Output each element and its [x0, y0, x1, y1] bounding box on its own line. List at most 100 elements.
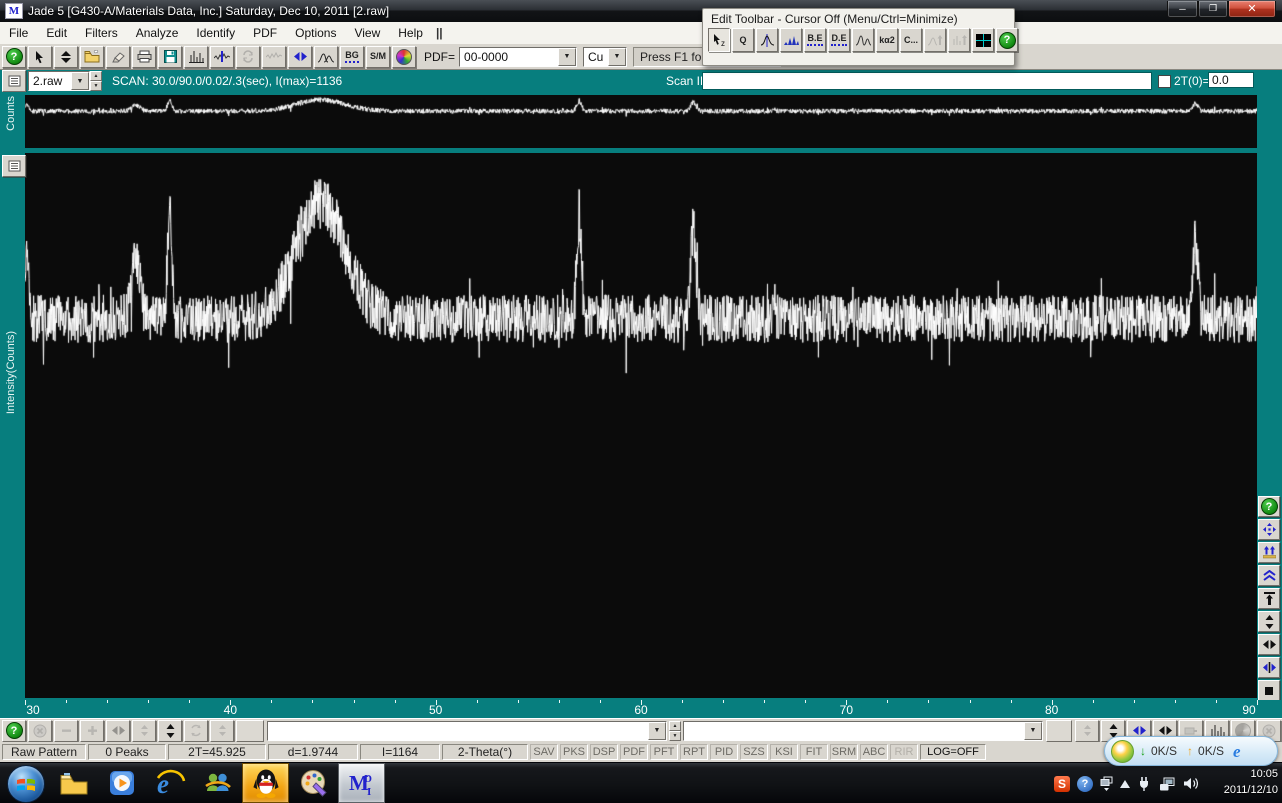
menu-item-help[interactable]: Help	[389, 22, 432, 44]
help-button[interactable]	[996, 28, 1018, 52]
arrow-top-button[interactable]	[1258, 588, 1280, 609]
file-spinner[interactable]	[90, 71, 102, 91]
taskbar-app-messenger[interactable]	[194, 763, 241, 803]
c-marker-button[interactable]: C...	[900, 28, 922, 52]
indicator-rir[interactable]: RIR	[890, 744, 918, 760]
move-all-button[interactable]	[1258, 519, 1280, 540]
menu-item-edit[interactable]: Edit	[37, 22, 76, 44]
indicator-ksi[interactable]: KSI	[770, 744, 798, 760]
pattern-stack-button[interactable]	[2, 70, 26, 92]
expand-v-black-button[interactable]	[1258, 611, 1280, 632]
pattern-chart[interactable]	[25, 153, 1257, 698]
cursor-z-button[interactable]: z	[708, 28, 730, 52]
expand-horizontal-button[interactable]	[288, 45, 312, 68]
tray-volume-icon[interactable]	[1183, 777, 1198, 790]
menu-item-pdf[interactable]: PDF	[244, 22, 286, 44]
taskbar-app-jade[interactable]: MDI	[338, 763, 385, 803]
indicator-dsp[interactable]: DSP	[590, 744, 618, 760]
help-button[interactable]	[1258, 496, 1280, 517]
menu-item-file[interactable]: File	[0, 22, 37, 44]
grid-window-button[interactable]	[972, 28, 994, 52]
pattern-bars-button[interactable]	[184, 45, 208, 68]
dropdown-arrow-icon[interactable]	[71, 72, 89, 90]
de-button[interactable]: D.E	[828, 28, 850, 52]
tray-sogou-icon[interactable]: S	[1054, 775, 1070, 792]
tray-restore-tray-icon[interactable]	[1100, 776, 1113, 791]
tray-power-icon[interactable]	[1137, 776, 1152, 791]
sort-updown-button[interactable]	[54, 45, 78, 68]
tray-help-tray-icon[interactable]	[1077, 775, 1093, 792]
menu-item-options[interactable]: Options	[286, 22, 345, 44]
close-button[interactable]	[1228, 0, 1276, 18]
edit-toolbar-title[interactable]: Edit Toolbar - Cursor Off (Menu/Ctrl=Min…	[703, 9, 1014, 28]
scan-id-input[interactable]	[702, 72, 1152, 90]
overview-chart[interactable]	[25, 95, 1257, 148]
dropdown-arrow-icon[interactable]	[648, 721, 666, 740]
menu-item-view[interactable]: View	[345, 22, 389, 44]
expand-v-black-button[interactable]	[158, 719, 182, 742]
printer-button[interactable]	[132, 45, 156, 68]
taskbar-app-media-player[interactable]	[98, 763, 145, 803]
indicator-fit[interactable]: FIT	[800, 744, 828, 760]
save-floppy-button[interactable]	[158, 45, 182, 68]
minimize-button[interactable]	[1167, 0, 1198, 18]
indicator-pdf[interactable]: PDF	[620, 744, 648, 760]
maximize-button[interactable]	[1198, 0, 1228, 18]
ka2-button[interactable]: kα2	[876, 28, 898, 52]
help-button[interactable]	[2, 45, 26, 68]
start-button[interactable]	[7, 765, 45, 803]
dropdown-arrow-icon[interactable]	[608, 47, 627, 66]
chevron-up-double-button[interactable]	[1258, 565, 1280, 586]
indicator-sav[interactable]: SAV	[530, 744, 558, 760]
sm-button[interactable]: S/M	[366, 45, 390, 68]
peak-cursor-button[interactable]	[756, 28, 778, 52]
taskbar-app-explorer[interactable]	[50, 763, 97, 803]
help-button[interactable]	[2, 719, 26, 742]
taskbar-app-paint[interactable]	[290, 763, 337, 803]
indicator-srm[interactable]: SRM	[830, 744, 858, 760]
open-folder-button[interactable]	[80, 45, 104, 68]
indicator-pks[interactable]: PKS	[560, 744, 588, 760]
file-combobox[interactable]: 2.raw	[28, 71, 90, 91]
indicator-abc[interactable]: ABC	[860, 744, 888, 760]
split-h-button[interactable]	[1258, 657, 1280, 678]
profile-humps-button[interactable]	[852, 28, 874, 52]
log-scale-toggle[interactable]: LOG=OFF	[920, 744, 986, 760]
cursor-tool-button[interactable]	[28, 45, 52, 68]
dropdown-arrow-icon[interactable]	[1024, 721, 1042, 740]
be-button[interactable]: B.E	[804, 28, 826, 52]
network-monitor-widget[interactable]: ↓ 0K/S ↑ 0K/S	[1104, 736, 1278, 766]
indicator-pid[interactable]: PID	[710, 744, 738, 760]
smooth-wave-button[interactable]	[210, 45, 234, 68]
two-theta-zero-input[interactable]: 0.0	[1208, 72, 1254, 88]
color-disc-button[interactable]	[392, 45, 416, 68]
taskbar-app-internet-explorer[interactable]: e	[146, 763, 193, 803]
pdf-combobox[interactable]: 00-0000	[459, 46, 578, 67]
indicator-rpt[interactable]: RPT	[680, 744, 708, 760]
stop-square-button[interactable]	[1258, 680, 1280, 701]
tray-network-icon[interactable]	[1159, 777, 1176, 791]
expand-h-black-button[interactable]	[1258, 634, 1280, 655]
phase-combobox[interactable]	[683, 720, 1043, 741]
tray-show-hidden-icon[interactable]	[1120, 779, 1130, 788]
taskbar-app-qq[interactable]	[242, 763, 289, 803]
indicator-szs[interactable]: SZS	[740, 744, 768, 760]
overlay-spinner[interactable]	[669, 720, 681, 741]
menu-item-identify[interactable]: Identify	[187, 22, 244, 44]
menu-item-filters[interactable]: Filters	[76, 22, 127, 44]
indicator-pft[interactable]: PFT	[650, 744, 678, 760]
pattern-stack-button[interactable]	[2, 155, 26, 177]
area-peaks-button[interactable]	[780, 28, 802, 52]
two-theta-zero-checkbox[interactable]	[1158, 75, 1171, 88]
eraser-button[interactable]	[106, 45, 130, 68]
fit-peaks-button[interactable]	[314, 45, 338, 68]
bg-button[interactable]: BG	[340, 45, 364, 68]
shift-up-button[interactable]	[1258, 542, 1280, 563]
taskbar-clock[interactable]: 10:05 2011/12/10	[1200, 766, 1278, 798]
edit-toolbar-window[interactable]: Edit Toolbar - Cursor Off (Menu/Ctrl=Min…	[702, 8, 1018, 66]
anode-combobox[interactable]: Cu	[583, 46, 628, 67]
dropdown-arrow-icon[interactable]	[558, 47, 577, 66]
zoom-q-button[interactable]: Q	[732, 28, 754, 52]
menu-item-analyze[interactable]: Analyze	[127, 22, 188, 44]
overlay-combobox[interactable]	[267, 720, 667, 741]
